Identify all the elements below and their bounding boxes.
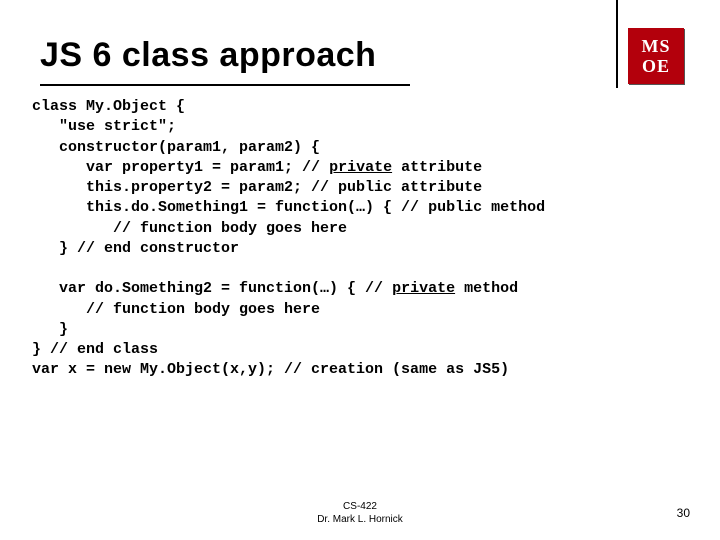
- code-underline: private: [329, 159, 392, 176]
- code-line: method: [455, 280, 518, 297]
- logo-bottom: OE: [642, 56, 670, 76]
- code-line: attribute: [392, 159, 482, 176]
- code-line: }: [32, 321, 68, 338]
- header-divider: [616, 0, 618, 88]
- code-line: // function body goes here: [32, 220, 347, 237]
- code-line: // function body goes here: [32, 301, 320, 318]
- slide-header: JS 6 class approach MS OE: [0, 0, 720, 75]
- logo-top: MS: [642, 36, 671, 56]
- code-line: this.do.Something1 = function(…) { // pu…: [32, 199, 545, 216]
- code-line: var property1 = param1; //: [32, 159, 329, 176]
- code-line: } // end class: [32, 341, 158, 358]
- page-number: 30: [677, 506, 690, 520]
- code-line: class My.Object {: [32, 98, 185, 115]
- code-line: this.property2 = param2; // public attri…: [32, 179, 482, 196]
- code-line: var x = new My.Object(x,y); // creation …: [32, 361, 509, 378]
- code-line: } // end constructor: [32, 240, 239, 257]
- code-underline: private: [392, 280, 455, 297]
- slide-title: JS 6 class approach: [40, 36, 376, 75]
- msoe-logo: MS OE: [628, 28, 684, 84]
- code-line: "use strict";: [32, 118, 176, 135]
- code-line: var do.Something2 = function(…) { //: [32, 280, 392, 297]
- footer-author: Dr. Mark L. Hornick: [0, 514, 720, 527]
- footer-course: CS-422: [0, 501, 720, 514]
- code-line: constructor(param1, param2) {: [32, 139, 320, 156]
- slide-footer: CS-422 Dr. Mark L. Hornick: [0, 501, 720, 526]
- code-block: class My.Object { "use strict"; construc…: [0, 75, 720, 381]
- title-underline: [40, 84, 410, 86]
